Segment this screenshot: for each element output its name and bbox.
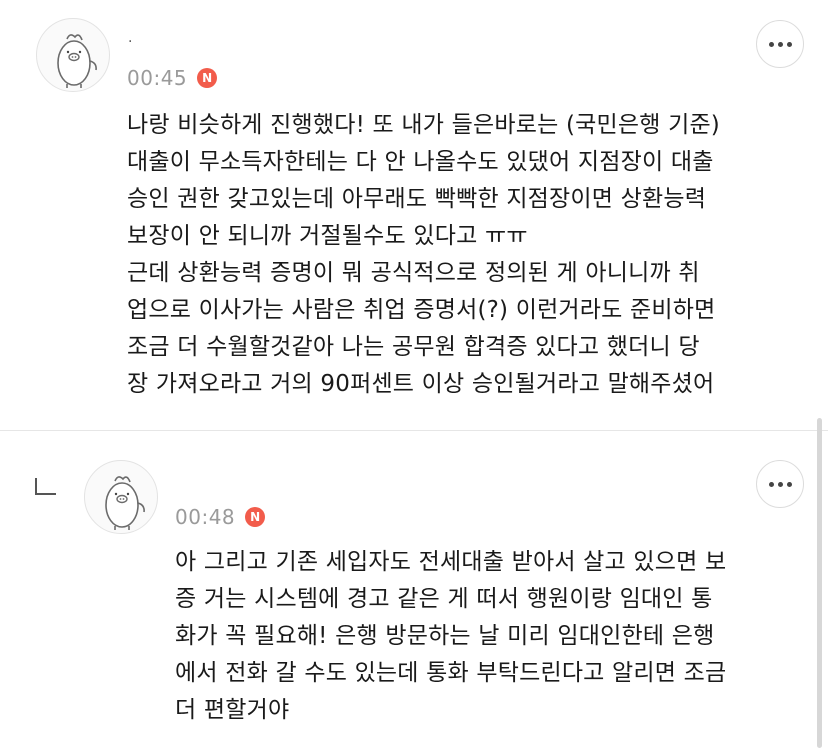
more-options-button[interactable] [756, 20, 804, 68]
more-dots-icon [768, 481, 792, 487]
comment-meta: 00:45 N [127, 66, 218, 90]
scrollbar[interactable] [817, 418, 822, 748]
avatar[interactable] [84, 460, 158, 534]
comment-meta: 00:48 N [175, 505, 266, 529]
more-options-button[interactable] [756, 460, 804, 508]
reply-comment-item: 00:48 N 아 그리고 기존 세입자도 전세대출 받아서 살고 있으면 보 … [0, 431, 828, 751]
timestamp: 00:48 [175, 505, 236, 529]
comment-text: 아 그리고 기존 세입자도 전세대출 받아서 살고 있으면 보 증 거는 시스템… [175, 549, 727, 723]
pig-mascot-icon [57, 34, 97, 88]
new-badge: N [197, 68, 218, 88]
comment-item: . 00:45 N 나랑 비슷하게 진행했다! 또 내가 들은바로는 (국민은행… [0, 0, 828, 430]
pig-mascot-icon [105, 476, 145, 530]
comment-text: 나랑 비슷하게 진행했다! 또 내가 들은바로는 (국민은행 기준) 대출이 무… [127, 112, 720, 397]
more-dots-icon [768, 41, 792, 47]
new-badge: N [245, 507, 266, 527]
reply-arrow-icon [35, 478, 56, 495]
author-name[interactable]: . [128, 30, 132, 46]
avatar[interactable] [36, 18, 110, 92]
timestamp: 00:45 [127, 66, 188, 90]
